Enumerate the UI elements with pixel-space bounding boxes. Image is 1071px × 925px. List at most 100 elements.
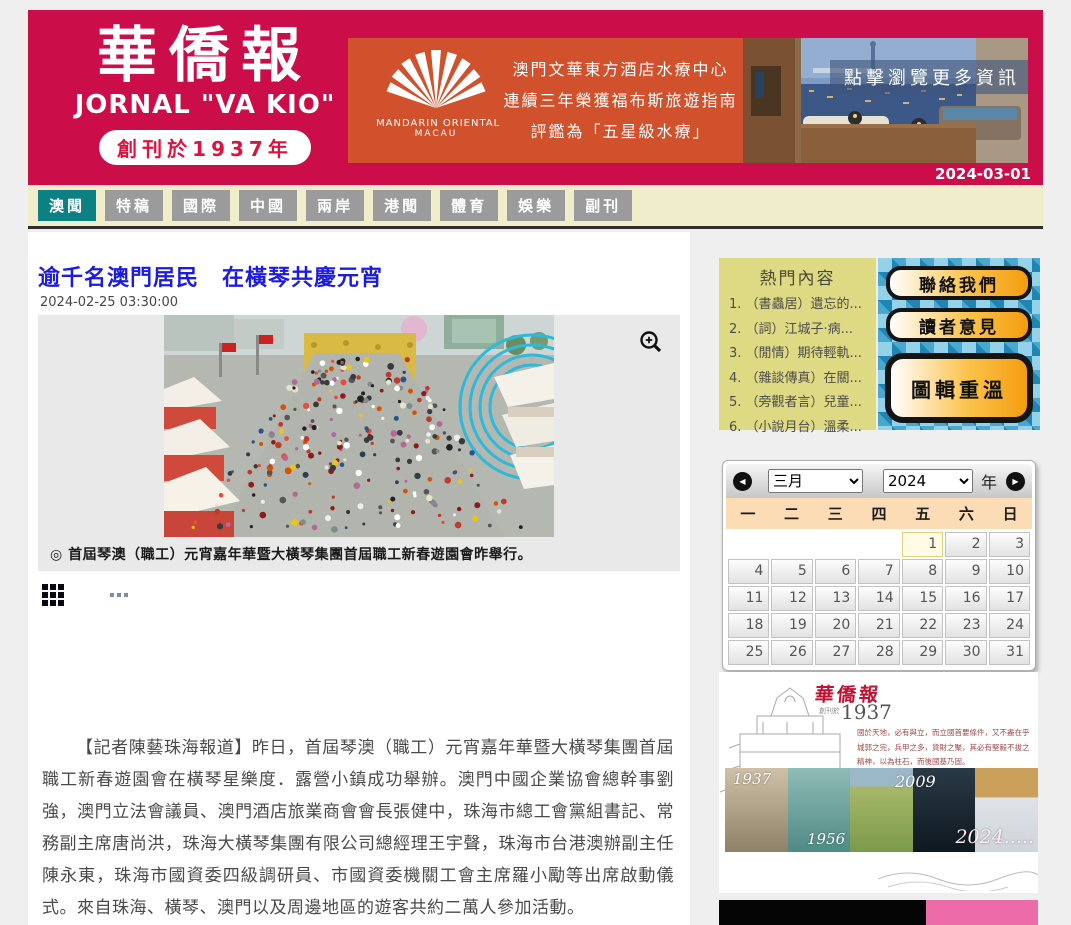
site-header: 華僑報 JORNAL "VA KIO" 創刊於1937年 — [28, 10, 1043, 185]
hot-item-6[interactable]: 6. （小說月台）溫柔... — [729, 416, 876, 441]
ad-brand-sub: MACAU — [376, 129, 496, 139]
calendar-day-14[interactable]: 14 — [858, 586, 899, 611]
calendar-day-22[interactable]: 22 — [902, 613, 943, 638]
calendar-empty-cell — [728, 532, 769, 557]
calendar-header: ◀ 三月 2024 年 ▶ — [726, 464, 1032, 498]
reader-feedback-button[interactable]: 讀者意見 — [886, 308, 1032, 342]
calendar-empty-cell — [858, 532, 899, 557]
ad-cta-text[interactable]: 點擊瀏覽更多資訊 — [830, 60, 1028, 94]
hot-item-1[interactable]: 1. （書蟲居）遺忘的... — [729, 293, 876, 318]
logo-tagline-badge: 創刊於1937年 — [99, 130, 311, 165]
strip-year-2009: 2009 — [895, 772, 936, 791]
calendar-day-30[interactable]: 30 — [945, 640, 986, 665]
main-nav: 澳聞特稿國際中國兩岸港聞體育娛樂副刊 — [28, 185, 1043, 229]
month-select[interactable]: 三月 — [768, 469, 863, 493]
calendar-widget: ◀ 三月 2024 年 ▶ 一二三四五六日 123456789101112131… — [722, 460, 1036, 671]
nav-tab-1[interactable]: 澳聞 — [38, 190, 96, 221]
weekday-label: 六 — [945, 503, 989, 524]
hot-item-4[interactable]: 4. （雜談傳真）在關... — [729, 367, 876, 392]
calendar-day-18[interactable]: 18 — [728, 613, 769, 638]
hot-item-2[interactable]: 2. （詞）江城子·病... — [729, 318, 876, 343]
ad-banner-left: MANDARIN ORIENTAL MACAU 澳門文華東方酒店水療中心 連續三… — [348, 38, 743, 163]
spa-photo-illustration — [743, 38, 1028, 163]
anniversary-founded-year: 1937 — [841, 700, 892, 724]
photo-viewer: ◎ 首屆琴澳（職工）元宵嘉年華暨大橫琴集團首屆職工新春遊園會昨舉行。 — [38, 315, 680, 571]
hot-item-3[interactable]: 3. （閒情）期待輕軌... — [729, 342, 876, 367]
squiggle-decoration — [878, 865, 1038, 891]
calendar-day-19[interactable]: 19 — [771, 613, 812, 638]
article-body: 【記者陳藝珠海報道】昨日，首屆琴澳（職工）元宵嘉年華暨大橫琴集團首屆職工新春遊園… — [42, 732, 674, 924]
calendar-day-1[interactable]: 1 — [902, 532, 943, 557]
site-logo[interactable]: 華僑報 JORNAL "VA KIO" 創刊於1937年 — [66, 24, 344, 165]
calendar-day-29[interactable]: 29 — [902, 640, 943, 665]
nav-tab-5[interactable]: 兩岸 — [306, 190, 364, 221]
anniversary-ad[interactable]: 華僑報 創刊於 1937 國於天地，必有與立，而立國首要條件，又不盡在乎 城郭之… — [719, 672, 1038, 893]
calendar-day-24[interactable]: 24 — [989, 613, 1030, 638]
thumbnail-grid-icon[interactable] — [42, 584, 64, 606]
nav-tab-4[interactable]: 中國 — [239, 190, 297, 221]
bottom-ad-strip-pink[interactable] — [926, 900, 1038, 925]
hot-content-list: 1. （書蟲居）遺忘的...2. （詞）江城子·病...3. （閒情）期待輕軌.… — [729, 293, 876, 440]
calendar-day-3[interactable]: 3 — [989, 532, 1030, 557]
more-dots-icon[interactable] — [110, 593, 128, 597]
ad-brand-name: MANDARIN ORIENTAL — [376, 118, 496, 129]
calendar-day-9[interactable]: 9 — [945, 559, 986, 584]
calendar-day-8[interactable]: 8 — [902, 559, 943, 584]
calendar-day-6[interactable]: 6 — [815, 559, 856, 584]
calendar-prev-icon[interactable]: ◀ — [733, 472, 752, 491]
hot-item-5[interactable]: 5. （旁觀者言）兒童... — [729, 391, 876, 416]
nav-tab-9[interactable]: 副刊 — [574, 190, 632, 221]
strip-year-1956: 1956 — [807, 830, 845, 848]
calendar-day-5[interactable]: 5 — [771, 559, 812, 584]
nav-tab-3[interactable]: 國際 — [172, 190, 230, 221]
calendar-day-17[interactable]: 17 — [989, 586, 1030, 611]
weekday-label: 五 — [901, 503, 945, 524]
logo-subtitle: JORNAL "VA KIO" — [66, 90, 344, 120]
calendar-day-28[interactable]: 28 — [858, 640, 899, 665]
calendar-day-23[interactable]: 23 — [945, 613, 986, 638]
calendar-day-15[interactable]: 15 — [902, 586, 943, 611]
weekday-label: 一 — [726, 503, 770, 524]
calendar-day-grid: 1234567891011121314151617181920212223242… — [726, 529, 1032, 667]
calendar-day-27[interactable]: 27 — [815, 640, 856, 665]
calendar-day-21[interactable]: 21 — [858, 613, 899, 638]
article-photo[interactable] — [164, 315, 554, 537]
calendar-empty-cell — [815, 532, 856, 557]
calendar-next-icon[interactable]: ▶ — [1006, 472, 1025, 491]
fan-icon — [384, 50, 488, 112]
site-date: 2024-03-01 — [935, 165, 1031, 183]
spa-ad-banner[interactable]: MANDARIN ORIENTAL MACAU 澳門文華東方酒店水療中心 連續三… — [348, 38, 1028, 163]
strip-year-2024: 2024..... — [955, 826, 1034, 848]
calendar-day-10[interactable]: 10 — [989, 559, 1030, 584]
year-suffix-label: 年 — [981, 469, 997, 493]
hot-content-title: 熱門內容 — [719, 264, 876, 289]
calendar-day-4[interactable]: 4 — [728, 559, 769, 584]
photo-gallery-button[interactable]: 圖輯重溫 — [885, 353, 1033, 423]
weekday-label: 二 — [770, 503, 814, 524]
calendar-day-11[interactable]: 11 — [728, 586, 769, 611]
calendar-day-7[interactable]: 7 — [858, 559, 899, 584]
calendar-day-26[interactable]: 26 — [771, 640, 812, 665]
hot-content-box: 熱門內容 1. （書蟲居）遺忘的...2. （詞）江城子·病...3. （閒情）… — [719, 258, 876, 430]
nav-tab-6[interactable]: 港聞 — [373, 190, 431, 221]
nav-tab-2[interactable]: 特稿 — [105, 190, 163, 221]
nav-tab-7[interactable]: 體育 — [440, 190, 498, 221]
year-select[interactable]: 2024 — [883, 469, 973, 493]
nav-tab-8[interactable]: 娛樂 — [507, 190, 565, 221]
calendar-day-20[interactable]: 20 — [815, 613, 856, 638]
bottom-ad-strip-black[interactable] — [719, 900, 926, 925]
photo-caption: ◎ 首屆琴澳（職工）元宵嘉年華暨大橫琴集團首屆職工新春遊園會昨舉行。 — [50, 544, 532, 564]
calendar-day-13[interactable]: 13 — [815, 586, 856, 611]
calendar-day-12[interactable]: 12 — [771, 586, 812, 611]
anniversary-editorial-text: 國於天地，必有與立，而立國首要條件，又不盡在乎 城郭之完，兵甲之多，貨財之聚，其… — [857, 726, 1033, 770]
contact-us-button[interactable]: 聯絡我們 — [886, 266, 1032, 300]
calendar-day-31[interactable]: 31 — [989, 640, 1030, 665]
zoom-in-icon[interactable] — [638, 329, 664, 355]
calendar-day-25[interactable]: 25 — [728, 640, 769, 665]
weekday-label: 三 — [813, 503, 857, 524]
calendar-day-16[interactable]: 16 — [945, 586, 986, 611]
calendar-day-2[interactable]: 2 — [945, 532, 986, 557]
sidebar-button-panel: 聯絡我們 讀者意見 圖輯重溫 — [878, 258, 1040, 430]
calendar-weekday-row: 一二三四五六日 — [726, 498, 1032, 529]
ad-copy: 澳門文華東方酒店水療中心 連續三年榮獲福布斯旅遊指南 評鑑為「五星級水療」 — [503, 54, 738, 147]
